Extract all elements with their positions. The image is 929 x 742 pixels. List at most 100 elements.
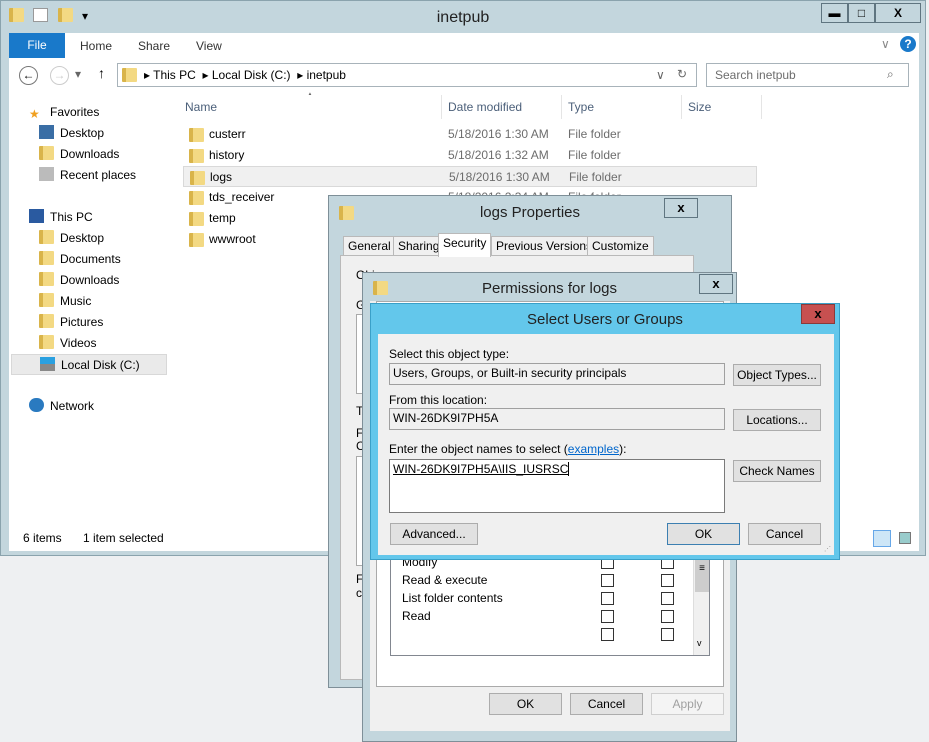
file-row[interactable]: logs 5/18/2016 1:30 AM File folder	[183, 166, 757, 187]
file-type: File folder	[569, 170, 622, 184]
folder-icon	[122, 68, 137, 82]
nav-this-pc[interactable]: This PC	[29, 207, 93, 228]
select-users-dialog: Select Users or Groups x Select this obj…	[370, 303, 840, 560]
help-icon[interactable]: ?	[900, 36, 916, 52]
close-button[interactable]: x	[699, 274, 733, 294]
ok-button[interactable]: OK	[489, 693, 562, 715]
file-row[interactable]: history 5/18/2016 1:32 AM File folder	[183, 145, 757, 166]
nav-label: Desktop	[60, 231, 105, 245]
documents-icon	[39, 251, 54, 265]
recent-locations-icon[interactable]: ▾	[75, 67, 81, 81]
column-header-type[interactable]: Type	[562, 95, 682, 119]
nav-desktop[interactable]: Desktop	[39, 228, 104, 249]
address-dropdown-icon[interactable]: ∨	[656, 68, 665, 82]
file-row[interactable]: custerr 5/18/2016 1:30 AM File folder	[183, 124, 757, 145]
permission-name: List folder contents	[402, 591, 503, 605]
nav-local-disk[interactable]: Local Disk (C:)	[11, 354, 167, 375]
maximize-button[interactable]: □	[848, 3, 875, 23]
back-button[interactable]: ←	[19, 66, 38, 85]
nav-documents[interactable]: Documents	[39, 249, 121, 270]
nav-videos[interactable]: Videos	[39, 333, 96, 354]
cancel-button[interactable]: Cancel	[748, 523, 821, 545]
column-header-size[interactable]: Size	[682, 95, 762, 119]
file-date: 5/18/2016 1:32 AM	[448, 148, 549, 162]
minimize-button[interactable]: ▬	[821, 3, 848, 23]
tab-previous-versions[interactable]: Previous Versions	[491, 236, 598, 256]
nav-label: Desktop	[60, 126, 105, 140]
tab-share[interactable]: Share	[138, 39, 170, 53]
nav-downloads[interactable]: Downloads	[39, 270, 119, 291]
tab-security[interactable]: Security	[438, 233, 492, 257]
allow-checkbox[interactable]	[601, 628, 614, 641]
breadcrumb-this-pc[interactable]: This PC	[153, 68, 196, 82]
file-tab[interactable]: File	[9, 33, 65, 58]
nav-label: Documents	[60, 252, 121, 266]
object-names-input[interactable]: WIN-26DK9I7PH5A\IIS_IUSRSC	[389, 459, 725, 513]
nav-label: Local Disk (C:)	[61, 358, 140, 372]
tab-sharing[interactable]: Sharing	[393, 236, 445, 256]
tab-customize[interactable]: Customize	[587, 236, 654, 256]
tab-general[interactable]: General	[343, 236, 396, 256]
nav-recent-places[interactable]: Recent places	[39, 165, 136, 186]
file-name: custerr	[209, 127, 246, 141]
column-header-date[interactable]: Date modified	[442, 95, 562, 119]
forward-button[interactable]: →	[50, 66, 69, 85]
downloads-icon	[39, 272, 54, 286]
ribbon: File Home Share View ∨ ?	[9, 33, 919, 58]
apply-button[interactable]: Apply	[651, 693, 724, 715]
large-icons-view-icon[interactable]	[899, 532, 911, 544]
advanced-button[interactable]: Advanced...	[390, 523, 478, 545]
breadcrumb-local-disk[interactable]: Local Disk (C:)	[212, 68, 291, 82]
deny-checkbox[interactable]	[661, 610, 674, 623]
downloads-icon	[39, 146, 54, 160]
scroll-down-icon[interactable]: v	[697, 638, 702, 648]
desktop-icon	[39, 125, 54, 139]
close-button[interactable]: x	[801, 304, 835, 324]
examples-link[interactable]: examples	[568, 442, 619, 456]
nav-fav-downloads[interactable]: Downloads	[39, 144, 119, 165]
ok-button[interactable]: OK	[667, 523, 740, 545]
allow-checkbox[interactable]	[601, 574, 614, 587]
expand-ribbon-icon[interactable]: ∨	[881, 37, 890, 51]
object-type-field: Users, Groups, or Built-in security prin…	[389, 363, 725, 385]
breadcrumb-inetpub[interactable]: inetpub	[307, 68, 346, 82]
refresh-icon[interactable]: ↻	[677, 67, 687, 81]
folder-icon	[190, 171, 205, 185]
allow-checkbox[interactable]	[601, 592, 614, 605]
deny-checkbox[interactable]	[661, 592, 674, 605]
close-button[interactable]: X	[875, 3, 921, 23]
deny-checkbox[interactable]	[661, 628, 674, 641]
details-view-icon[interactable]	[873, 530, 891, 547]
tab-view[interactable]: View	[196, 39, 222, 53]
folder-icon	[189, 191, 204, 205]
nav-pictures[interactable]: Pictures	[39, 312, 103, 333]
up-button[interactable]: ↑	[98, 65, 105, 81]
search-input[interactable]: Search inetpub ⌕	[706, 63, 909, 87]
nav-fav-desktop[interactable]: Desktop	[39, 123, 104, 144]
file-type: File folder	[568, 148, 621, 162]
address-bar[interactable]: ▸ This PC ▸ Local Disk (C:) ▸ inetpub ∨ …	[117, 63, 697, 87]
tab-home[interactable]: Home	[80, 39, 112, 53]
column-header-name[interactable]: Name	[179, 95, 442, 119]
folder-icon	[189, 212, 204, 226]
nav-label: Music	[60, 294, 92, 308]
nav-label: Downloads	[60, 147, 120, 161]
check-names-button[interactable]: Check Names	[733, 460, 821, 482]
pictures-icon	[39, 314, 54, 328]
nav-network[interactable]: Network	[29, 396, 94, 417]
close-button[interactable]: x	[664, 198, 698, 218]
locations-button[interactable]: Locations...	[733, 409, 821, 431]
nav-music[interactable]: Music	[39, 291, 91, 312]
deny-checkbox[interactable]	[661, 574, 674, 587]
window-title: inetpub	[436, 9, 490, 26]
cancel-button[interactable]: Cancel	[570, 693, 643, 715]
file-name: history	[209, 148, 245, 162]
allow-checkbox[interactable]	[601, 610, 614, 623]
object-types-button[interactable]: Object Types...	[733, 364, 821, 386]
navigation-pane: ★ Favorites Desktop Downloads Recent plac…	[9, 92, 169, 526]
nav-favorites[interactable]: ★ Favorites	[29, 102, 99, 123]
folder-icon	[189, 128, 204, 142]
search-icon[interactable]: ⌕	[887, 67, 894, 82]
resize-grip-icon[interactable]: ⋰	[824, 545, 831, 553]
computer-icon	[29, 209, 44, 223]
